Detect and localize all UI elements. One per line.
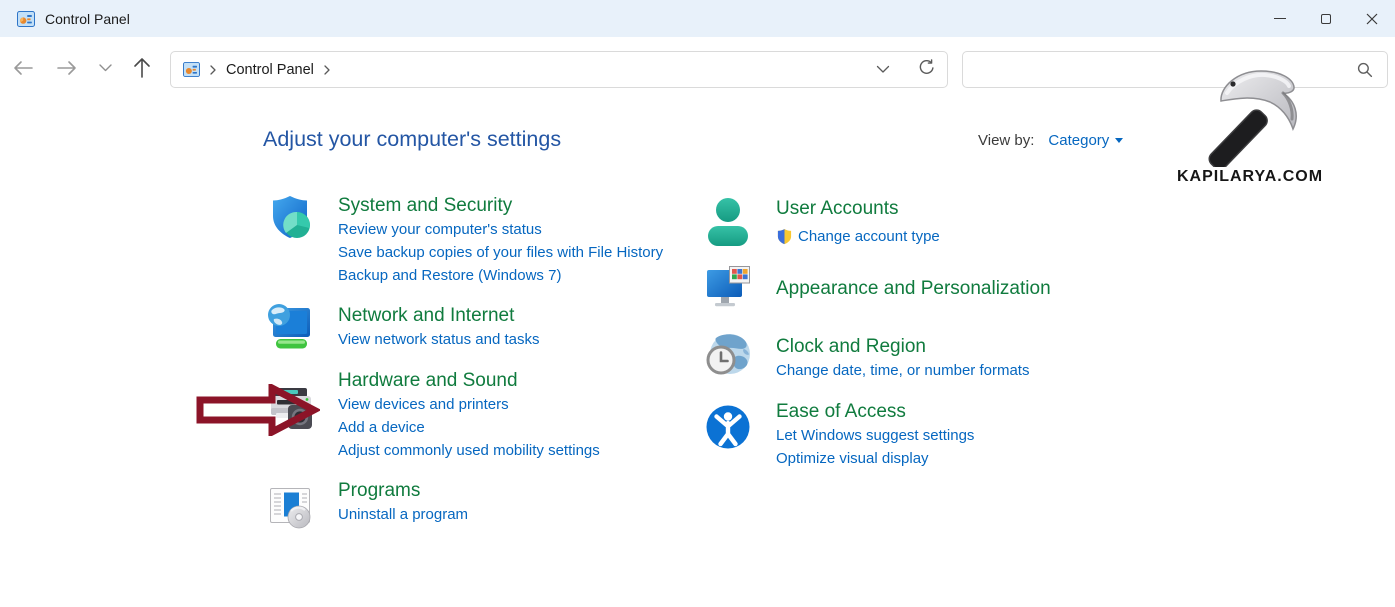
search-icon[interactable] — [1357, 62, 1373, 83]
refresh-icon — [918, 59, 935, 76]
link-uninstall-a-program[interactable]: Uninstall a program — [338, 503, 468, 526]
page-title: Adjust your computer's settings — [263, 127, 561, 152]
view-by-caret-icon[interactable] — [1115, 138, 1123, 143]
maximize-icon — [1321, 14, 1331, 24]
view-by-label: View by: — [978, 132, 1034, 149]
address-bar[interactable]: Control Panel — [170, 51, 948, 88]
hammer-icon — [1197, 57, 1315, 167]
category-title-network-and-internet[interactable]: Network and Internet — [338, 303, 540, 328]
breadcrumb-chevron-icon[interactable] — [324, 65, 330, 75]
system-security-shield-icon[interactable] — [266, 193, 314, 241]
watermark-text: KAPILARYA.COM — [1177, 168, 1323, 186]
up-button[interactable] — [131, 57, 153, 79]
category-clock-and-region: Clock and Region Change date, time, or n… — [704, 332, 1029, 382]
back-button[interactable] — [12, 57, 34, 79]
uac-shield-icon — [776, 228, 793, 245]
category-title-clock-and-region[interactable]: Clock and Region — [776, 334, 1029, 359]
up-arrow-icon — [133, 57, 151, 79]
breadcrumb-chevron-icon[interactable] — [210, 65, 216, 75]
window-title: Control Panel — [45, 11, 130, 27]
ease-of-access-icon[interactable] — [704, 403, 752, 451]
close-button[interactable] — [1349, 0, 1395, 37]
category-programs: Programs Uninstall a program — [266, 478, 468, 531]
view-by-control: View by: Category — [978, 132, 1123, 149]
breadcrumb-control-panel[interactable]: Control Panel — [226, 62, 314, 78]
address-dropdown-button[interactable] — [876, 61, 890, 79]
minimize-button[interactable] — [1257, 0, 1303, 37]
clock-region-icon[interactable] — [704, 332, 752, 380]
view-by-value[interactable]: Category — [1048, 132, 1109, 149]
back-arrow-icon — [12, 60, 34, 76]
category-title-ease-of-access[interactable]: Ease of Access — [776, 399, 974, 424]
chevron-down-icon — [876, 65, 890, 74]
network-internet-icon[interactable] — [266, 303, 314, 351]
control-panel-icon — [183, 61, 200, 78]
programs-icon[interactable] — [266, 483, 314, 531]
minimize-icon — [1274, 18, 1286, 19]
category-system-and-security: System and Security Review your computer… — [266, 193, 663, 287]
chevron-down-icon — [99, 64, 112, 72]
annotation-arrow — [196, 384, 320, 436]
forward-arrow-icon — [56, 60, 78, 76]
forward-button[interactable] — [56, 57, 78, 79]
link-view-network-status[interactable]: View network status and tasks — [338, 328, 540, 351]
titlebar: Control Panel — [0, 0, 1395, 37]
link-adjust-mobility-settings[interactable]: Adjust commonly used mobility settings — [338, 439, 600, 462]
category-title-programs[interactable]: Programs — [338, 478, 468, 503]
link-review-computer-status[interactable]: Review your computer's status — [338, 218, 663, 241]
category-user-accounts: User Accounts Change account type — [704, 196, 940, 250]
category-title-system-and-security[interactable]: System and Security — [338, 193, 663, 218]
search-box[interactable] — [962, 51, 1388, 88]
link-add-a-device[interactable]: Add a device — [338, 416, 600, 439]
link-view-devices-printers[interactable]: View devices and printers — [338, 393, 600, 416]
link-let-windows-suggest-settings[interactable]: Let Windows suggest settings — [776, 424, 974, 447]
link-file-history[interactable]: Save backup copies of your files with Fi… — [338, 241, 663, 264]
category-ease-of-access: Ease of Access Let Windows suggest setti… — [704, 399, 974, 470]
category-appearance-and-personalization: Appearance and Personalization — [704, 263, 1051, 311]
window-controls — [1257, 0, 1395, 37]
link-optimize-visual-display[interactable]: Optimize visual display — [776, 447, 974, 470]
category-title-user-accounts[interactable]: User Accounts — [776, 196, 940, 221]
maximize-button[interactable] — [1303, 0, 1349, 37]
link-backup-restore[interactable]: Backup and Restore (Windows 7) — [338, 264, 663, 287]
user-accounts-icon[interactable] — [704, 196, 752, 250]
link-change-account-type[interactable]: Change account type — [798, 225, 940, 248]
refresh-button[interactable] — [918, 59, 935, 81]
category-title-appearance-and-personalization[interactable]: Appearance and Personalization — [776, 276, 1051, 301]
link-change-date-time-formats[interactable]: Change date, time, or number formats — [776, 359, 1029, 382]
control-panel-icon — [17, 10, 35, 28]
close-icon — [1366, 13, 1378, 25]
appearance-personalization-icon[interactable] — [704, 263, 752, 311]
category-network-and-internet: Network and Internet View network status… — [266, 303, 540, 351]
recent-locations-button[interactable] — [97, 62, 113, 74]
category-title-hardware-and-sound[interactable]: Hardware and Sound — [338, 368, 600, 393]
